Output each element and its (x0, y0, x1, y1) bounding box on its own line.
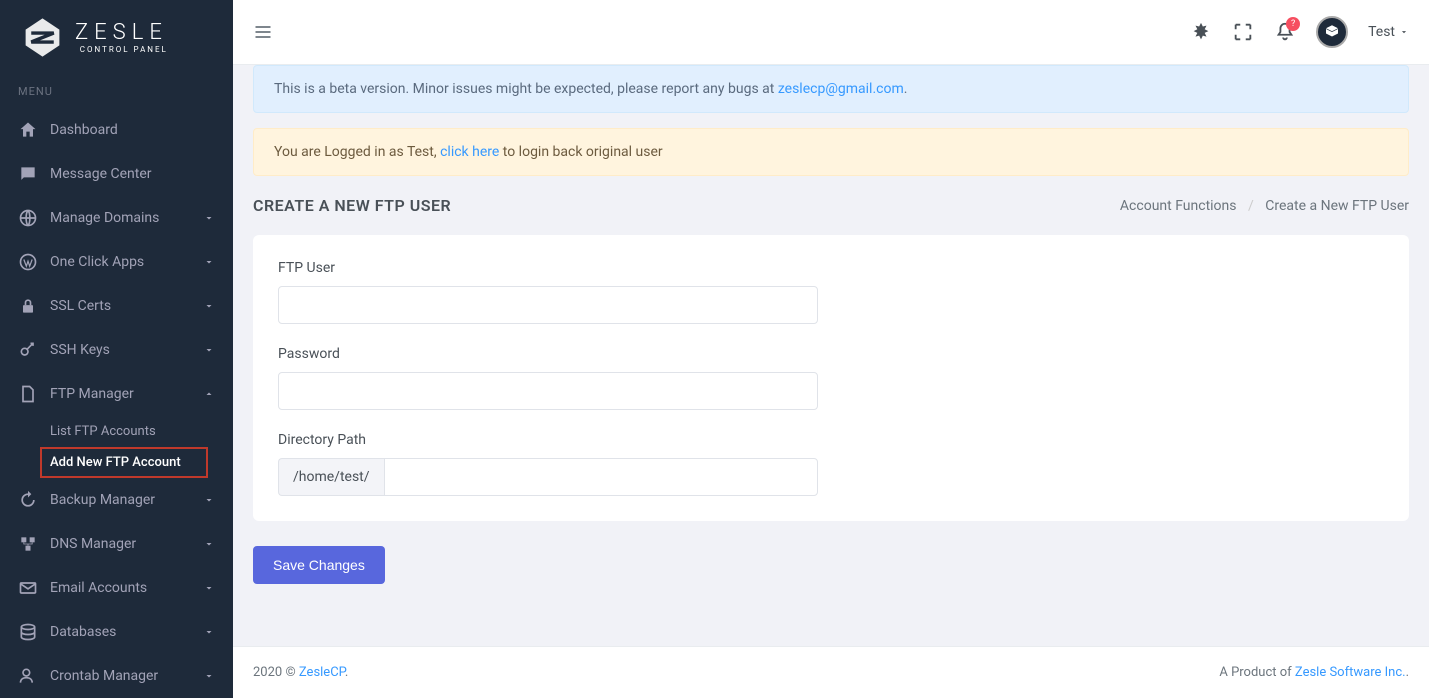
history-icon (18, 490, 38, 510)
topbar: ? Test (233, 0, 1429, 65)
chevron-up-icon (203, 388, 215, 400)
avatar[interactable] (1316, 16, 1348, 48)
sidebar-item-databases[interactable]: Databases (0, 610, 233, 654)
directory-label: Directory Path (278, 432, 818, 448)
footer: 2020 © ZesleCP. A Product of Zesle Softw… (233, 646, 1429, 698)
notification-bell[interactable]: ? (1274, 21, 1296, 43)
logo-text-main: ZESLE (75, 22, 168, 44)
chevron-down-icon (203, 494, 215, 506)
ftp-user-label: FTP User (278, 260, 818, 276)
sidebar: ZESLE CONTROL PANEL MENU Dashboard Messa… (0, 0, 233, 698)
login-alert: You are Logged in as Test, click here to… (253, 128, 1409, 176)
nav-label: DNS Manager (50, 536, 203, 552)
breadcrumb-parent[interactable]: Account Functions (1120, 198, 1237, 214)
lock-icon (18, 296, 38, 316)
password-label: Password (278, 346, 818, 362)
sidebar-item-dns-manager[interactable]: DNS Manager (0, 522, 233, 566)
chevron-down-icon (203, 538, 215, 550)
nav-label: Manage Domains (50, 210, 203, 226)
database-icon (18, 622, 38, 642)
chat-icon (18, 164, 38, 184)
page-title: CREATE A NEW FTP USER (253, 196, 451, 215)
beta-alert: This is a beta version. Minor issues mig… (253, 65, 1409, 113)
beta-alert-text: This is a beta version. Minor issues mig… (274, 81, 778, 97)
ftp-submenu: List FTP Accounts Add New FTP Account (0, 416, 233, 478)
sidebar-item-message-center[interactable]: Message Center (0, 152, 233, 196)
form-card: FTP User Password Directory Path /home/t… (253, 235, 1409, 521)
envelope-icon (18, 578, 38, 598)
password-input[interactable] (278, 372, 818, 410)
save-button[interactable]: Save Changes (253, 546, 385, 584)
fullscreen-icon[interactable] (1232, 21, 1254, 43)
hamburger-icon[interactable] (253, 22, 273, 42)
directory-prefix: /home/test/ (278, 458, 384, 496)
nav-label: FTP Manager (50, 386, 203, 402)
sidebar-item-ssh-keys[interactable]: SSH Keys (0, 328, 233, 372)
beta-alert-email[interactable]: zeslecp@gmail.com (778, 81, 904, 97)
breadcrumb-separator: / (1248, 198, 1254, 214)
logo[interactable]: ZESLE CONTROL PANEL (0, 0, 233, 75)
sidebar-item-crontab-manager[interactable]: Crontab Manager (0, 654, 233, 698)
nav-label: Email Accounts (50, 580, 203, 596)
nav-label: Databases (50, 624, 203, 640)
wordpress-icon (18, 252, 38, 272)
login-alert-prefix: You are Logged in as Test, (274, 144, 440, 160)
footer-right-link[interactable]: Zesle Software Inc. (1295, 665, 1406, 680)
avatar-icon (1323, 23, 1341, 41)
home-icon (18, 120, 38, 140)
nav-label: SSH Keys (50, 342, 203, 358)
page-header: CREATE A NEW FTP USER Account Functions … (253, 196, 1409, 215)
nav-label: Backup Manager (50, 492, 203, 508)
ftp-user-input[interactable] (278, 286, 818, 324)
breadcrumb: Account Functions / Create a New FTP Use… (1120, 198, 1409, 214)
chevron-down-icon (203, 344, 215, 356)
breadcrumb-current: Create a New FTP User (1265, 198, 1409, 214)
chevron-down-icon (203, 670, 215, 682)
content: This is a beta version. Minor issues mig… (233, 65, 1429, 646)
key-icon (18, 340, 38, 360)
sidebar-item-ssl-certs[interactable]: SSL Certs (0, 284, 233, 328)
logo-text-sub: CONTROL PANEL (75, 46, 168, 54)
chevron-down-icon (203, 582, 215, 594)
sidebar-item-one-click-apps[interactable]: One Click Apps (0, 240, 233, 284)
sidebar-item-backup-manager[interactable]: Backup Manager (0, 478, 233, 522)
network-icon (18, 534, 38, 554)
sidebar-item-email-accounts[interactable]: Email Accounts (0, 566, 233, 610)
nav-label: One Click Apps (50, 254, 203, 270)
user-menu[interactable]: Test (1368, 24, 1409, 40)
sidebar-subitem-add-ftp[interactable]: Add New FTP Account (40, 447, 208, 478)
chevron-down-icon (203, 626, 215, 638)
chevron-down-icon (203, 212, 215, 224)
notification-badge: ? (1286, 17, 1300, 31)
sidebar-item-ftp-manager[interactable]: FTP Manager (0, 372, 233, 416)
nav-label: Dashboard (50, 122, 215, 138)
maple-leaf-icon[interactable] (1190, 21, 1212, 43)
nav-label: SSL Certs (50, 298, 203, 314)
nav-label: Crontab Manager (50, 668, 203, 684)
globe-icon (18, 208, 38, 228)
sidebar-item-dashboard[interactable]: Dashboard (0, 108, 233, 152)
menu-section-label: MENU (0, 75, 233, 108)
sidebar-item-manage-domains[interactable]: Manage Domains (0, 196, 233, 240)
login-back-link[interactable]: click here (440, 144, 499, 160)
user-gear-icon (18, 666, 38, 686)
file-icon (18, 384, 38, 404)
chevron-down-icon (1399, 27, 1409, 37)
user-name-label: Test (1368, 24, 1395, 40)
login-alert-suffix: to login back original user (499, 144, 662, 160)
main: ? Test This is a beta version. Minor iss… (233, 0, 1429, 698)
directory-input[interactable] (384, 458, 818, 496)
logo-icon (20, 15, 65, 60)
footer-right-prefix: A Product of (1219, 665, 1295, 680)
chevron-down-icon (203, 300, 215, 312)
sidebar-subitem-list-ftp[interactable]: List FTP Accounts (50, 416, 233, 447)
footer-left-link[interactable]: ZesleCP (299, 665, 345, 680)
nav-label: Message Center (50, 166, 215, 182)
footer-left-prefix: 2020 © (253, 665, 299, 680)
chevron-down-icon (203, 256, 215, 268)
